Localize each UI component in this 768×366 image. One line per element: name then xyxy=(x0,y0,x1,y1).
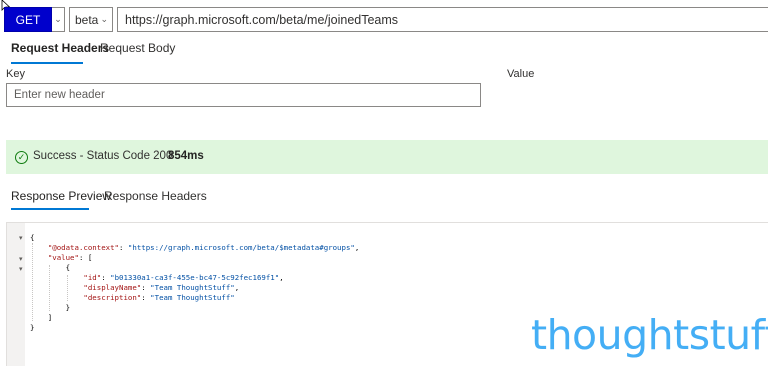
code-line: { xyxy=(30,233,35,242)
value-label: Value xyxy=(507,68,535,80)
chevron-down-icon: ⌄ xyxy=(100,14,108,24)
http-method-button[interactable]: GET xyxy=(4,7,52,32)
code-line: "@odata.context": "https://graph.microso… xyxy=(47,243,360,252)
method-dropdown-chevron-icon[interactable]: ⌄ xyxy=(52,7,65,32)
code-line: } xyxy=(30,303,71,312)
fold-toggle-icon[interactable]: ▾ xyxy=(19,234,23,242)
code-line: "displayName": "Team ThoughtStuff", xyxy=(83,283,240,292)
code-line: "id": "b01330a1-ca3f-455e-bc47-5c92fec16… xyxy=(83,273,284,282)
tab-request-headers[interactable]: Request Headers xyxy=(11,41,109,55)
tab-response-headers[interactable]: Response Headers xyxy=(104,189,207,203)
code-line: "description": "Team ThoughtStuff" xyxy=(83,293,235,302)
code-line: { xyxy=(30,263,71,272)
active-tab-indicator xyxy=(11,62,83,64)
success-check-icon: ✓ xyxy=(15,151,28,164)
code-line: } xyxy=(30,323,35,332)
tab-request-body[interactable]: Request Body xyxy=(100,41,175,55)
status-text: Success - Status Code 200 xyxy=(33,150,173,162)
url-input[interactable]: https://graph.microsoft.com/beta/me/join… xyxy=(117,7,768,32)
watermark-logo: thoughtstuff xyxy=(531,311,768,359)
code-line: "value": [ xyxy=(47,253,93,262)
version-dropdown[interactable]: beta ⌄ xyxy=(69,7,113,32)
tab-response-preview[interactable]: Response Preview xyxy=(11,189,111,203)
active-tab-indicator xyxy=(11,208,89,210)
editor-gutter xyxy=(7,223,25,366)
status-bar: ✓ Success - Status Code 200 854ms xyxy=(6,140,768,174)
header-key-input[interactable]: Enter new header xyxy=(6,83,481,107)
response-time: 854ms xyxy=(168,150,204,162)
version-value: beta xyxy=(75,12,99,27)
code-line: ] xyxy=(30,313,53,322)
fold-toggle-icon[interactable]: ▾ xyxy=(19,265,23,273)
key-label: Key xyxy=(6,68,25,80)
fold-toggle-icon[interactable]: ▾ xyxy=(19,255,23,263)
